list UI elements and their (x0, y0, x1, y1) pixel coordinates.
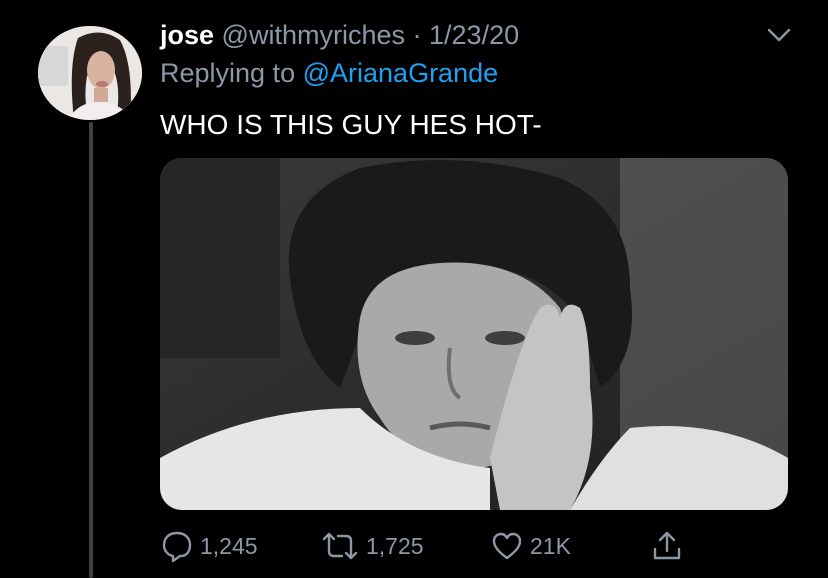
user-handle[interactable]: @withmyriches (222, 20, 405, 50)
reply-count: 1,245 (200, 532, 258, 559)
tweet-date[interactable]: 1/23/20 (429, 20, 519, 50)
share-upload-icon (653, 531, 681, 560)
chevron-down-icon[interactable] (766, 26, 792, 44)
retweet-button[interactable]: 1,725 (320, 528, 424, 564)
display-name[interactable]: jose (160, 20, 214, 50)
like-count: 21K (530, 532, 571, 559)
heart-icon (492, 532, 522, 560)
avatar[interactable] (38, 26, 142, 120)
tweet-header: jose @withmyriches · 1/23/20 (160, 18, 519, 52)
tweet-text: WHO IS THIS GUY HES HOT- (160, 109, 542, 140)
replying-to-label: Replying to (160, 58, 296, 88)
thread-connector-line (89, 122, 93, 578)
retweet-count: 1,725 (366, 532, 424, 559)
tweet-photo[interactable] (160, 158, 788, 510)
reply-button[interactable]: 1,245 (160, 528, 258, 564)
replying-to: Replying to @ArianaGrande (160, 56, 498, 90)
reply-bubble-icon (162, 531, 192, 563)
meta-separator: · (412, 20, 422, 50)
replying-to-mention[interactable]: @ArianaGrande (303, 58, 499, 88)
retweet-icon (322, 532, 358, 560)
tweet-actions: 1,245 1,725 21K (160, 528, 720, 564)
like-button[interactable]: 21K (490, 528, 571, 564)
share-button[interactable] (650, 528, 690, 564)
